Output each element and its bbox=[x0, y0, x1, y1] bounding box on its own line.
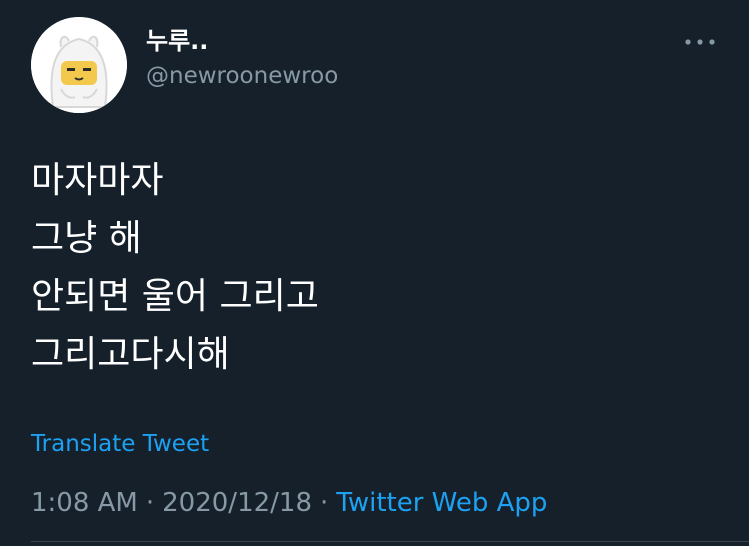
divider bbox=[31, 541, 749, 542]
tweet-line: 마자마자 bbox=[31, 160, 164, 201]
cartoon-avatar-icon bbox=[31, 17, 127, 113]
tweet-line: 그리고다시해 bbox=[31, 334, 230, 375]
tweet-time[interactable]: 1:08 AM bbox=[31, 488, 138, 518]
tweet-text: 마자마자 그냥 해 안되면 울어 그리고 그리고다시해 bbox=[31, 152, 711, 384]
tweet-source-link[interactable]: Twitter Web App bbox=[336, 488, 547, 518]
tweet-date[interactable]: 2020/12/18 bbox=[162, 488, 312, 518]
more-button[interactable] bbox=[680, 30, 720, 54]
tweet-line: 안되면 울어 그리고 bbox=[31, 276, 319, 317]
more-horizontal-icon bbox=[685, 39, 715, 45]
tweet-metadata: 1:08 AM · 2020/12/18 · Twitter Web App bbox=[31, 485, 547, 521]
tweet-card: 누루.. @newroonewroo 마자마자 그냥 해 안되면 울어 그리고 … bbox=[0, 0, 749, 546]
meta-separator: · bbox=[320, 488, 329, 518]
avatar[interactable] bbox=[31, 17, 127, 113]
meta-separator: · bbox=[145, 488, 155, 518]
display-name[interactable]: 누루.. bbox=[146, 25, 208, 57]
user-handle[interactable]: @newroonewroo bbox=[146, 60, 338, 92]
tweet-line: 그냥 해 bbox=[31, 218, 142, 259]
translate-tweet-link[interactable]: Translate Tweet bbox=[31, 428, 209, 460]
